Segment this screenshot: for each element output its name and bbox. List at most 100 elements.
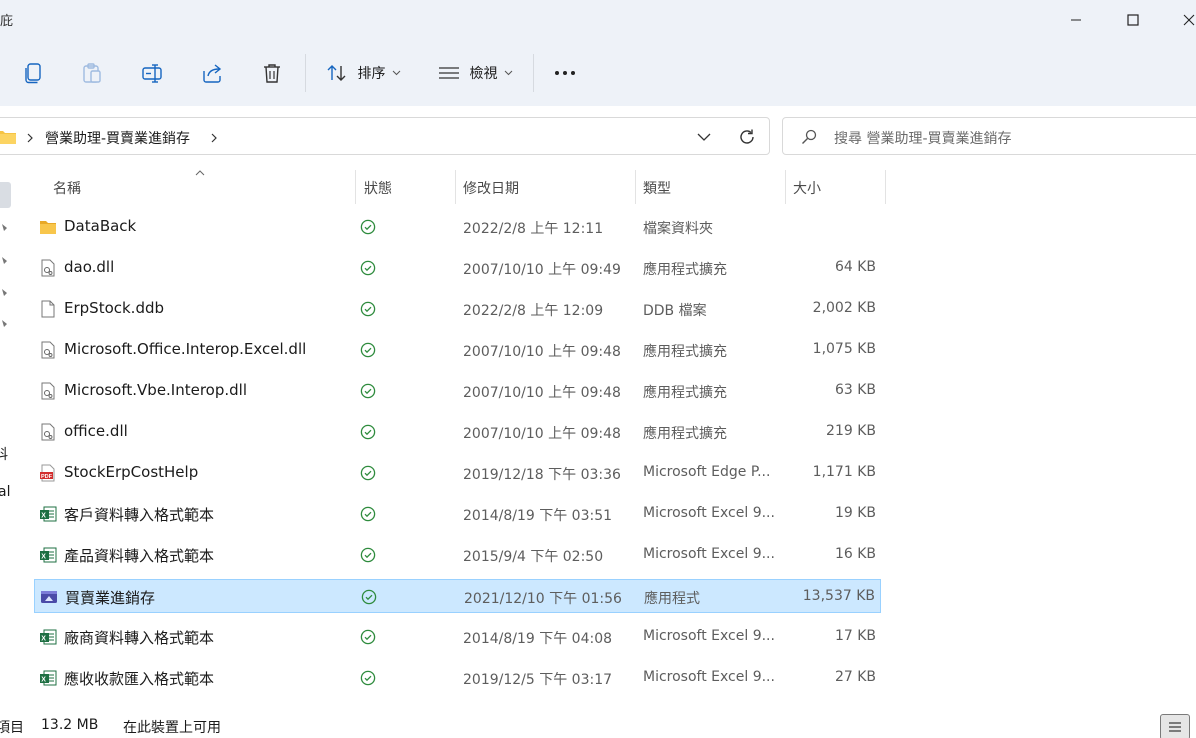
svg-text:X: X (41, 677, 46, 684)
file-date-modified: 2014/8/19 下午 03:51 (463, 508, 613, 524)
file-row[interactable]: DataBack 2022/2/8 上午 12:11 檔案資料夾 (34, 210, 881, 244)
sync-status-icon (361, 589, 377, 605)
view-icon (438, 67, 459, 79)
search-icon (802, 129, 817, 144)
column-header-status[interactable]: 狀態 (356, 166, 455, 206)
navigation-pane: 科 al (0, 166, 14, 706)
file-size: 16 KB (834, 546, 876, 562)
file-name: ErpStock.ddb (64, 299, 165, 317)
file-type: 應用程式擴充 (643, 344, 727, 360)
share-icon (203, 64, 222, 83)
status-bar: 項目 13.2 MB 在此裝置上可用 (0, 706, 1196, 738)
nav-item-label[interactable]: al (0, 484, 10, 500)
file-row[interactable]: dao.dll 2007/10/10 上午 09:49 應用程式擴充 64 KB (34, 251, 881, 285)
sync-status-icon (360, 424, 376, 440)
address-bar[interactable]: 營業助理-買賣業進銷存 (0, 117, 770, 155)
excel-icon: X (40, 506, 57, 522)
file-row[interactable]: X 廠商資料轉入格式範本 2014/8/19 下午 04:08 Microsoft E… (34, 620, 881, 654)
sync-status-icon (360, 629, 376, 645)
file-row[interactable]: X 應收收款匯入格式範本 2019/12/5 下午 03:17 Microsoft E… (34, 661, 881, 695)
file-name: dao.dll (64, 258, 115, 276)
minimize-button[interactable] (1053, 0, 1099, 40)
file-row[interactable]: PDF StockErpCostHelp 2019/12/18 下午 03:36 Mi… (34, 456, 881, 490)
close-button[interactable] (1166, 0, 1196, 40)
sort-button[interactable]: 排序 (322, 54, 404, 92)
file-row[interactable]: Microsoft.Vbe.Interop.dll 2007/10/10 上午 0… (34, 374, 881, 408)
toolbar-separator (305, 54, 306, 92)
search-box[interactable]: 搜尋 營業助理-買賣業進銷存 (782, 117, 1196, 155)
sort-label: 排序 (357, 66, 386, 82)
copy-icon (25, 63, 41, 84)
command-bar: 排序 檢視 (0, 40, 1196, 106)
excel-icon: X (40, 547, 57, 563)
column-header-type[interactable]: 類型 (636, 166, 785, 206)
file-name: office.dll (64, 422, 128, 440)
item-count-label: 項目 (0, 720, 24, 736)
search-input[interactable]: 搜尋 營業助理-買賣業進銷存 (834, 128, 1012, 148)
breadcrumb-folder[interactable]: 營業助理-買賣業進銷存 (45, 128, 190, 148)
more-options-button[interactable] (546, 54, 584, 92)
file-type: 檔案資料夾 (643, 221, 713, 237)
excel-icon: X (40, 670, 57, 686)
file-date-modified: 2019/12/5 下午 03:17 (463, 672, 613, 688)
folder-icon (40, 221, 56, 234)
file-row[interactable]: 買賣業進銷存 2021/12/10 下午 01:56 應用程式 13,537 KB (34, 579, 881, 613)
rename-icon (142, 64, 162, 83)
file-size: 17 KB (834, 628, 876, 644)
pin-icon (2, 224, 7, 231)
sync-status-icon (360, 260, 376, 276)
details-view-icon (1169, 722, 1181, 732)
chevron-right-icon[interactable] (211, 133, 217, 143)
file-type: 應用程式 (644, 591, 700, 607)
file-row[interactable]: Microsoft.Office.Interop.Excel.dll 2007/1… (34, 333, 881, 367)
file-type: 應用程式擴充 (643, 262, 727, 278)
pin-icon (2, 289, 7, 296)
copy-button[interactable] (14, 54, 52, 92)
delete-icon (264, 64, 280, 83)
refresh-icon[interactable] (738, 128, 756, 146)
file-name: Microsoft.Vbe.Interop.dll (64, 381, 248, 399)
chevron-down-icon[interactable] (697, 133, 711, 142)
file-row[interactable]: X 產品資料轉入格式範本 2015/9/4 下午 02:50 Microsoft Ex… (34, 538, 881, 572)
sort-icon (327, 65, 345, 81)
file-type: Microsoft Excel 9... (643, 628, 775, 644)
file-row[interactable]: office.dll 2007/10/10 上午 09:48 應用程式擴充 219 K… (34, 415, 881, 449)
details-view-button[interactable] (1160, 714, 1190, 738)
nav-selected-item[interactable] (0, 182, 11, 208)
rename-button[interactable] (133, 54, 171, 92)
file-date-modified: 2019/12/18 下午 03:36 (463, 467, 621, 483)
maximize-button[interactable] (1110, 0, 1156, 40)
file-name: 應收收款匯入格式範本 (64, 670, 215, 688)
view-label: 檢視 (469, 66, 498, 82)
view-button[interactable]: 檢視 (434, 54, 516, 92)
sync-status-icon (360, 342, 376, 358)
dll-file-icon (41, 341, 55, 359)
column-header-size[interactable]: 大小 (786, 166, 885, 206)
column-divider[interactable] (885, 170, 886, 204)
file-row[interactable]: ErpStock.ddb 2022/2/8 上午 12:09 DDB 檔案 2,002… (34, 292, 881, 326)
file-date-modified: 2007/10/10 上午 09:48 (463, 344, 621, 360)
chevron-down-icon (392, 70, 400, 76)
column-header-date[interactable]: 修改日期 (456, 166, 635, 206)
share-button[interactable] (193, 54, 231, 92)
file-date-modified: 2007/10/10 上午 09:48 (463, 385, 621, 401)
application-icon (41, 591, 57, 603)
paste-button[interactable] (73, 54, 111, 92)
dll-file-icon (41, 259, 55, 277)
address-row: 營業助理-買賣業進銷存 搜尋 營業助理-買賣業進銷存 (0, 106, 1196, 166)
close-icon (1183, 14, 1195, 26)
file-size: 64 KB (834, 259, 876, 275)
file-name: DataBack (64, 217, 137, 235)
file-type: Microsoft Excel 9... (643, 669, 775, 685)
paste-icon (83, 63, 101, 83)
column-header-name[interactable]: 名稱 (40, 166, 355, 206)
file-date-modified: 2022/2/8 上午 12:09 (463, 303, 604, 319)
excel-icon: X (40, 629, 57, 645)
svg-text:X: X (41, 554, 46, 561)
nav-item-label[interactable]: 科 (0, 444, 8, 464)
selected-size: 13.2 MB (41, 717, 99, 733)
file-size: 1,075 KB (812, 341, 876, 357)
file-row[interactable]: X 客戶資料轉入格式範本 2014/8/19 下午 03:51 Microsoft E… (34, 497, 881, 531)
availability-status: 在此裝置上可用 (123, 720, 221, 736)
delete-button[interactable] (253, 54, 291, 92)
